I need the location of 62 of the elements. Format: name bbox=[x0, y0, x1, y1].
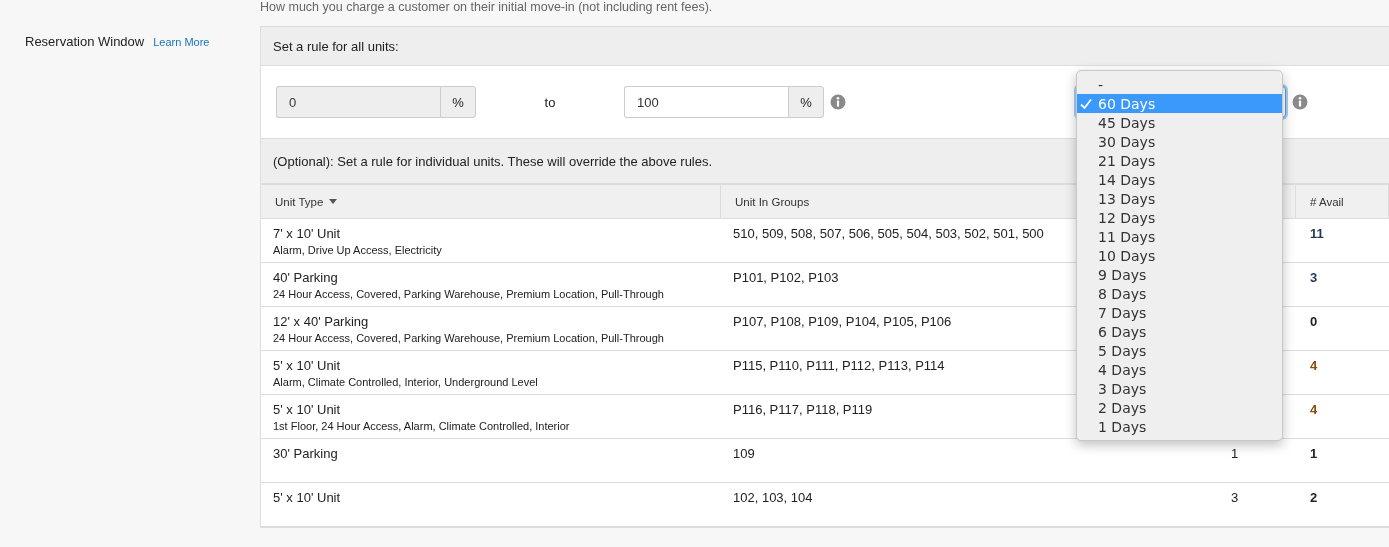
column-header: Unit In Groups bbox=[735, 195, 810, 208]
dropdown-option[interactable]: 10 Days bbox=[1077, 246, 1282, 265]
unit-type-text: 5' x 10' Unit bbox=[273, 402, 342, 417]
count-text: 1 bbox=[1231, 446, 1239, 461]
unit-groups-text: 102, 103, 104 bbox=[733, 490, 813, 505]
percent-input-field[interactable]: 100 bbox=[624, 86, 788, 118]
available-count-text: 1 bbox=[1310, 446, 1318, 461]
dropdown-option[interactable]: 11 Days bbox=[1077, 227, 1282, 246]
unit-groups-text: 109 bbox=[733, 446, 755, 461]
unit-features-text: Alarm, Drive Up Access, Electricity bbox=[273, 244, 443, 256]
percent-unit-label: % bbox=[440, 86, 476, 118]
description-text: How much you charge a customer on their initial move-in (not including rent fees). bbox=[260, 0, 713, 14]
available-count-text: 3 bbox=[1310, 270, 1318, 285]
dropdown-option[interactable]: 9 Days bbox=[1077, 265, 1282, 284]
unit-type-text: 12' x 40' Parking bbox=[273, 314, 370, 329]
unit-type-text: 30' Parking bbox=[273, 446, 339, 461]
unit-features-text: 24 Hour Access, Covered, Parking Warehouse, Premium Location, Pull-Through bbox=[273, 332, 665, 344]
dropdown-option[interactable]: 30 Days bbox=[1077, 132, 1282, 151]
count-text: 3 bbox=[1231, 490, 1239, 505]
setting-label: Reservation Window bbox=[25, 34, 145, 49]
checkmark-icon bbox=[1080, 97, 1092, 110]
range-separator-text: to bbox=[544, 94, 556, 110]
info-icon bbox=[1292, 94, 1308, 110]
dropdown-option[interactable]: 4 Days bbox=[1077, 360, 1282, 379]
dropdown-option[interactable]: 45 Days bbox=[1077, 113, 1282, 132]
section-heading: Set a rule for all units: bbox=[273, 38, 399, 54]
section-heading: (Optional): Set a rule for individual units. These will override the above rules. bbox=[273, 153, 713, 169]
dropdown-option[interactable]: 6 Days bbox=[1077, 322, 1282, 341]
dropdown-option[interactable]: 8 Days bbox=[1077, 284, 1282, 303]
available-count-text: 11 bbox=[1310, 226, 1324, 241]
unit-type-text: 5' x 10' Unit bbox=[273, 358, 342, 373]
unit-type-text: 7' x 10' Unit bbox=[273, 226, 342, 241]
dropdown-option[interactable]: 12 Days bbox=[1077, 208, 1282, 227]
unit-groups-text: 510, 509, 508, 507, 506, 505, 504, 503, 502, 501, 500 bbox=[733, 226, 1044, 241]
dropdown-option[interactable]: 5 Days bbox=[1077, 341, 1282, 360]
dropdown-option[interactable]: 7 Days bbox=[1077, 303, 1282, 322]
dropdown-option[interactable]: 2 Days bbox=[1077, 398, 1282, 417]
available-count-text: 4 bbox=[1310, 402, 1318, 417]
available-count-text: 0 bbox=[1310, 314, 1318, 329]
unit-features-text: Alarm, Climate Controlled, Interior, Underground Level bbox=[273, 376, 539, 388]
available-count-text: 4 bbox=[1310, 358, 1318, 373]
unit-groups-text: P115, P110, P111, P112, P113, P114 bbox=[733, 358, 945, 373]
available-count-text: 2 bbox=[1310, 490, 1318, 505]
percent-unit-label: % bbox=[788, 86, 824, 118]
dropdown-option[interactable]: 1 Days bbox=[1077, 417, 1282, 436]
unit-features-text: 1st Floor, 24 Hour Access, Alarm, Climate Controlled, Interior bbox=[273, 420, 571, 432]
column-header[interactable]: Unit Type bbox=[275, 195, 324, 208]
dropdown-option[interactable]: 3 Days bbox=[1077, 379, 1282, 398]
unit-features-text: 24 Hour Access, Covered, Parking Warehouse, Premium Location, Pull-Through bbox=[273, 288, 665, 300]
unit-groups-text: P101, P102, P103 bbox=[733, 270, 839, 285]
dropdown-option[interactable]: 21 Days bbox=[1077, 151, 1282, 170]
unit-type-text: 5' x 10' Unit bbox=[273, 490, 342, 505]
unit-groups-text: P116, P117, P118, P119 bbox=[733, 402, 873, 417]
sort-caret-icon[interactable] bbox=[329, 199, 338, 204]
learn-more-link[interactable]: Learn More bbox=[153, 36, 210, 48]
unit-type-text: 40' Parking bbox=[273, 270, 339, 285]
dropdown-option[interactable]: 14 Days bbox=[1077, 170, 1282, 189]
column-header: # Avail bbox=[1310, 195, 1344, 208]
dropdown-option[interactable]: 13 Days bbox=[1077, 189, 1282, 208]
info-icon bbox=[830, 94, 846, 110]
unit-groups-text: P107, P108, P109, P104, P105, P106 bbox=[733, 314, 952, 329]
dropdown-option[interactable]: - bbox=[1077, 75, 1282, 94]
